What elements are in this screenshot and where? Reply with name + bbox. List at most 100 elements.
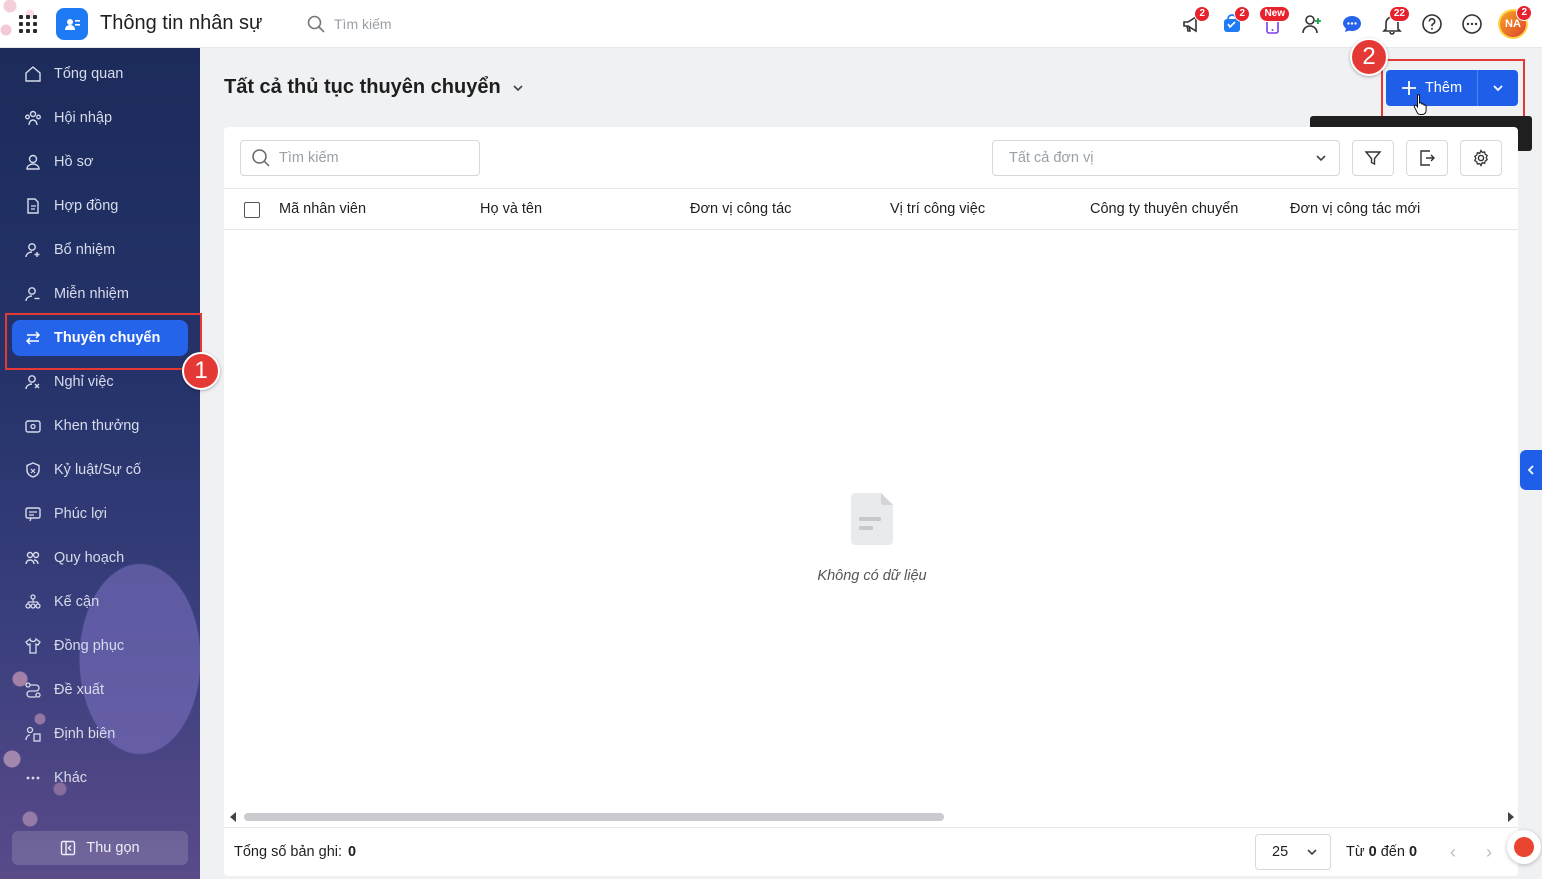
sidebar-item[interactable]: Tổng quan <box>12 56 188 92</box>
contract-icon <box>27 198 39 214</box>
settings-button[interactable] <box>1460 140 1502 176</box>
sidebar-item[interactable]: Đồng phục <box>12 628 188 664</box>
chevron-down-icon <box>1307 849 1317 856</box>
sidebar-item[interactable]: Định biên <box>12 716 188 752</box>
assistant-button[interactable] <box>1507 830 1541 864</box>
assistant-icon <box>1514 837 1534 857</box>
bell-icon[interactable]: 22 <box>1378 6 1410 40</box>
range-from: 0 <box>1368 844 1377 860</box>
sidebar-item-label: Kỷ luật/Sự cố <box>54 462 142 478</box>
sidebar-item[interactable]: Khác <box>12 760 188 796</box>
sidebar-item[interactable]: Hội nhập <box>12 100 188 136</box>
page-size-select[interactable]: 25 <box>1255 834 1331 870</box>
highlight-box-add <box>1381 59 1525 119</box>
global-search-placeholder: Tìm kiếm <box>334 16 392 32</box>
sidebar-item-label: Đề xuất <box>54 682 104 698</box>
filter-icon <box>1364 151 1382 166</box>
table-footer: Tổng số bản ghi: 0 25 Từ 0 đến 0 ‹ › <box>224 827 1518 876</box>
range-to: 0 <box>1408 844 1418 860</box>
mobile-app-badge: New <box>1259 6 1290 22</box>
sidebar-item-label: Kế cận <box>54 594 100 610</box>
sidebar-item[interactable]: Hợp đồng <box>12 188 188 224</box>
unit-select-placeholder: Tất cả đơn vị <box>1009 150 1094 166</box>
column-header[interactable]: Đơn vị công tác <box>690 201 791 217</box>
empty-state: Không có dữ liệu <box>784 493 960 584</box>
collapse-icon <box>61 840 76 856</box>
column-header[interactable]: Vị trí công việc <box>890 201 985 217</box>
unit-select[interactable]: Tất cả đơn vị <box>992 140 1340 176</box>
table-search-input[interactable]: Tìm kiếm <box>240 140 480 176</box>
top-bar: Thông tin nhân sự Tìm kiếm 2 2 New 22 NA… <box>0 0 1542 48</box>
sidebar-item[interactable]: Miễn nhiệm <box>12 276 188 312</box>
mobile-app-icon[interactable]: New <box>1258 6 1290 40</box>
page-title-text: Tất cả thủ tục thuyên chuyển <box>224 76 501 98</box>
avatar[interactable]: NA 2 <box>1498 5 1532 39</box>
column-header[interactable]: Họ và tên <box>480 201 542 217</box>
app-launcher-icon[interactable] <box>19 15 37 33</box>
next-page-icon[interactable]: › <box>1480 842 1498 862</box>
bell-badge: 22 <box>1388 6 1410 22</box>
record-range: Từ 0 đến 0 <box>1346 844 1417 860</box>
empty-document-icon <box>851 493 893 545</box>
sidebar-item[interactable]: Phúc lợi <box>12 496 188 532</box>
column-header[interactable]: Công ty thuyên chuyển <box>1090 201 1238 217</box>
total-records: Tổng số bản ghi: 0 <box>234 844 356 860</box>
column-header[interactable]: Đơn vị công tác mới <box>1290 201 1420 217</box>
scrollbar-thumb[interactable] <box>244 813 944 821</box>
column-header[interactable]: Mã nhân viên <box>279 201 366 217</box>
add-user-icon[interactable] <box>1298 8 1326 40</box>
proposal-icon <box>25 682 41 698</box>
page-size-value: 25 <box>1272 844 1289 860</box>
export-button[interactable] <box>1406 140 1448 176</box>
sidebar-nav: Tổng quan Hội nhập Hồ sơ Hợp đồng Bổ nhiệm Mi… <box>12 56 188 804</box>
range-to-label: đến <box>1380 844 1405 860</box>
sidebar-item-label: Bổ nhiệm <box>54 242 116 258</box>
more-icon[interactable] <box>1458 8 1486 40</box>
scroll-right-arrow-icon[interactable] <box>1508 812 1514 822</box>
sidebar-item-label: Khác <box>54 770 88 786</box>
megaphone-badge: 2 <box>1194 6 1210 22</box>
hand-cursor-icon <box>1413 94 1427 115</box>
sidebar-item-label: Tổng quan <box>54 66 124 82</box>
person-icon <box>26 154 40 170</box>
help-icon[interactable] <box>1418 8 1446 40</box>
uniform-icon <box>25 637 41 654</box>
store-icon[interactable]: 2 <box>1218 6 1250 40</box>
sidebar-item-label: Khen thưởng <box>54 418 140 434</box>
sidebar-item[interactable]: Bổ nhiệm <box>12 232 188 268</box>
sidebar-item[interactable]: Đề xuất <box>12 672 188 708</box>
megaphone-icon[interactable]: 2 <box>1178 6 1210 40</box>
filter-button[interactable] <box>1352 140 1394 176</box>
sidebar-item-label: Đồng phục <box>54 638 125 654</box>
headcount-icon <box>25 726 41 742</box>
chat-icon[interactable] <box>1338 8 1366 40</box>
shield-icon <box>26 462 40 478</box>
horizontal-scrollbar[interactable] <box>224 809 1518 823</box>
other-icon <box>26 776 40 780</box>
empty-state-text: Không có dữ liệu <box>817 568 927 584</box>
chevron-left-icon <box>1527 465 1534 475</box>
sidebar-item-label: Phúc lợi <box>54 506 108 522</box>
prev-page-icon[interactable]: ‹ <box>1444 842 1462 862</box>
export-icon <box>1420 150 1435 166</box>
sidebar-item[interactable]: Khen thưởng <box>12 408 188 444</box>
header-icons: 2 2 New 22 NA 2 <box>1178 5 1532 40</box>
scroll-left-arrow-icon[interactable] <box>230 812 236 822</box>
collapse-sidebar-button[interactable]: Thu gọn <box>12 831 188 865</box>
sidebar-item-label: Hội nhập <box>54 110 113 126</box>
resign-icon <box>25 375 40 390</box>
select-all-checkbox[interactable] <box>244 202 260 218</box>
dismiss-icon <box>25 287 40 302</box>
home-icon <box>25 66 41 82</box>
sidebar-item[interactable]: Kỷ luật/Sự cố <box>12 452 188 488</box>
sidebar-item[interactable]: Quy hoạch <box>12 540 188 576</box>
sidebar-item[interactable]: Hồ sơ <box>12 144 188 180</box>
range-from-label: Từ <box>1346 844 1365 860</box>
highlight-box-sidebar <box>5 313 202 370</box>
sidebar-item[interactable]: Kế cận <box>12 584 188 620</box>
page-title[interactable]: Tất cả thủ tục thuyên chuyển <box>224 76 525 99</box>
side-panel-toggle[interactable] <box>1520 450 1542 490</box>
step-marker-1: 1 <box>182 352 220 390</box>
global-search[interactable]: Tìm kiếm <box>306 14 392 34</box>
search-icon <box>307 15 325 33</box>
